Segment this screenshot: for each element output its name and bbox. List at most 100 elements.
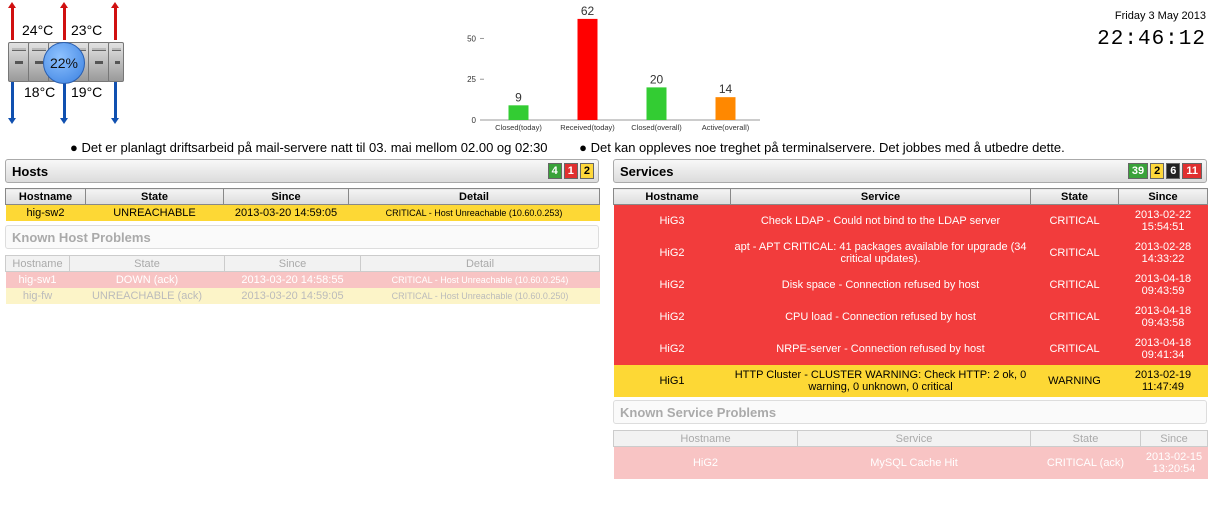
service-state: CRITICAL xyxy=(1049,342,1100,355)
announcement-item: ● Det er planlagt driftsarbeid på mail-s… xyxy=(70,140,548,155)
services-badges: 39 2 6 11 xyxy=(1127,163,1202,179)
service-since: 2013-02-22 15:54:51 xyxy=(1119,205,1208,237)
since-date: 2013-02-15 xyxy=(1145,450,1203,463)
service-state: CRITICAL (ack) xyxy=(1046,456,1125,469)
hot-air-arrow-icon xyxy=(60,2,68,40)
column-header-detail[interactable]: Detail xyxy=(348,188,600,205)
bar-value-label: 62 xyxy=(581,4,595,18)
x-tick-label: Received(today) xyxy=(560,123,615,132)
table-row[interactable]: HiG3 Check LDAP - Could not bind to the … xyxy=(613,204,1208,237)
known-services-table: Hostname Service State Since HiG2 MySQL … xyxy=(613,430,1208,479)
service-since: 2013-02-15 13:20:54 xyxy=(1141,447,1208,479)
service-state: CRITICAL xyxy=(1049,246,1100,259)
x-tick-label: Closed(today) xyxy=(495,123,542,132)
column-header-state[interactable]: State xyxy=(69,255,225,272)
current-date: Friday 3 May 2013 xyxy=(1114,10,1206,22)
service-since: 2013-04-18 09:41:34 xyxy=(1119,333,1208,365)
column-header-since[interactable]: Since xyxy=(1118,188,1208,205)
outlet-temp-1: 24°C xyxy=(22,22,54,38)
table-row[interactable]: hig-sw1 DOWN (ack) 2013-03-20 14:58:55 C… xyxy=(5,271,600,288)
since-time: 15:54:51 xyxy=(1141,220,1185,233)
service-host: HiG2 xyxy=(659,278,685,291)
hosts-unreachable-count-badge: 2 xyxy=(579,163,594,179)
column-header-state[interactable]: State xyxy=(85,188,224,205)
service-host: HiG1 xyxy=(659,374,685,387)
service-state: CRITICAL xyxy=(1049,278,1100,291)
hosts-title: Hosts xyxy=(12,164,49,179)
announcement-bar: ● Det er planlagt driftsarbeid på mail-s… xyxy=(70,140,1200,155)
since-time: 09:41:34 xyxy=(1141,348,1185,361)
bar-closed-today xyxy=(508,105,529,120)
services-panel-header: Services 39 2 6 11 xyxy=(613,159,1207,183)
service-host: HiG2 xyxy=(659,310,685,323)
table-row[interactable]: HiG2 apt - APT CRITICAL: 41 packages ava… xyxy=(613,236,1208,269)
host-detail: CRITICAL - Host Unreachable (10.60.0.250… xyxy=(391,290,569,301)
table-row[interactable]: HiG2 NRPE-server - Connection refused by… xyxy=(613,332,1208,365)
service-name: Check LDAP - Could not bind to the LDAP … xyxy=(760,214,1001,227)
x-tick-label: Closed(overall) xyxy=(631,123,682,132)
column-header-hostname[interactable]: Hostname xyxy=(613,188,731,205)
hosts-down-count-badge: 1 xyxy=(563,163,578,179)
service-name: Disk space - Connection refused by host xyxy=(781,278,980,291)
column-header-service[interactable]: Service xyxy=(797,430,1031,447)
service-host: HiG2 xyxy=(659,342,685,355)
services-warning-count-badge: 2 xyxy=(1150,163,1165,179)
table-row[interactable]: HiG2 Disk space - Connection refused by … xyxy=(613,268,1208,301)
server-icon xyxy=(8,42,30,82)
x-tick-label: Active(overall) xyxy=(702,123,750,132)
service-since: 2013-02-28 14:33:22 xyxy=(1119,237,1208,269)
service-host: HiG2 xyxy=(692,456,719,469)
inlet-temp-1: 18°C xyxy=(24,84,56,100)
service-host: HiG3 xyxy=(659,214,685,227)
column-header-state[interactable]: State xyxy=(1030,188,1119,205)
table-row[interactable]: HiG2 MySQL Cache Hit CRITICAL (ack) 2013… xyxy=(613,446,1208,479)
hosts-up-count-badge: 4 xyxy=(547,163,562,179)
column-header-hostname[interactable]: Hostname xyxy=(5,188,86,205)
services-critical-count-badge: 11 xyxy=(1182,163,1202,179)
column-header-since[interactable]: Since xyxy=(224,255,361,272)
known-service-problems-header: Known Service Problems xyxy=(613,400,1207,424)
host-state: DOWN (ack) xyxy=(115,273,179,286)
table-row[interactable]: hig-fw UNREACHABLE (ack) 2013-03-20 14:5… xyxy=(5,287,600,304)
service-name: MySQL Cache Hit xyxy=(870,456,958,469)
since-date: 2013-02-22 xyxy=(1134,208,1192,221)
hot-air-arrow-icon xyxy=(111,2,119,40)
service-state: CRITICAL xyxy=(1049,310,1100,323)
host-name: hig-sw2 xyxy=(26,206,65,219)
known-host-problems-header: Known Host Problems xyxy=(5,225,599,249)
column-header-hostname[interactable]: Hostname xyxy=(5,255,70,272)
column-header-since[interactable]: Since xyxy=(223,188,349,205)
services-table: Hostname Service State Since HiG3 Check … xyxy=(613,188,1208,397)
table-row[interactable]: HiG2 CPU load - Connection refused by ho… xyxy=(613,300,1208,333)
bar-active-overall xyxy=(715,97,736,120)
host-since: 2013-03-20 14:59:05 xyxy=(234,206,338,219)
services-ok-count-badge: 39 xyxy=(1127,163,1149,179)
column-header-state[interactable]: State xyxy=(1030,430,1141,447)
announcement-text: Det kan oppleves noe treghet på terminal… xyxy=(590,140,1065,155)
since-date: 2013-04-18 xyxy=(1134,272,1192,285)
announcement-text: Det er planlagt driftsarbeid på mail-ser… xyxy=(81,140,548,155)
host-state: UNREACHABLE (ack) xyxy=(91,289,203,302)
server-room-widget: 24°C 23°C 18°C 19°C 22% xyxy=(6,2,128,126)
host-detail: CRITICAL - Host Unreachable (10.60.0.253… xyxy=(385,207,563,218)
bar-value-label: 9 xyxy=(515,90,522,104)
service-state: WARNING xyxy=(1048,374,1101,387)
service-since: 2013-04-18 09:43:59 xyxy=(1119,269,1208,301)
column-header-since[interactable]: Since xyxy=(1140,430,1208,447)
table-row[interactable]: HiG1 HTTP Cluster - CLUSTER WARNING: Che… xyxy=(613,364,1208,397)
since-date: 2013-04-18 xyxy=(1134,336,1192,349)
service-name: apt - APT CRITICAL: 41 packages availabl… xyxy=(734,240,1027,265)
cold-air-arrow-icon xyxy=(111,82,119,124)
host-since: 2013-03-20 14:58:55 xyxy=(241,273,344,286)
hosts-panel-header: Hosts 4 1 2 xyxy=(5,159,599,183)
host-state: UNREACHABLE xyxy=(113,206,196,219)
column-header-service[interactable]: Service xyxy=(730,188,1031,205)
bar-value-label: 14 xyxy=(719,82,733,96)
table-row[interactable]: hig-sw2 UNREACHABLE 2013-03-20 14:59:05 … xyxy=(5,204,600,221)
since-time: 09:43:58 xyxy=(1141,316,1185,329)
column-header-detail[interactable]: Detail xyxy=(360,255,600,272)
hot-air-arrow-icon xyxy=(8,2,16,40)
outlet-temp-2: 23°C xyxy=(71,22,103,38)
column-header-hostname[interactable]: Hostname xyxy=(613,430,798,447)
tickets-bar-chart: 0 25 50 9 Closed(today) 62 Received(today) 20 Cl… xyxy=(467,4,760,132)
